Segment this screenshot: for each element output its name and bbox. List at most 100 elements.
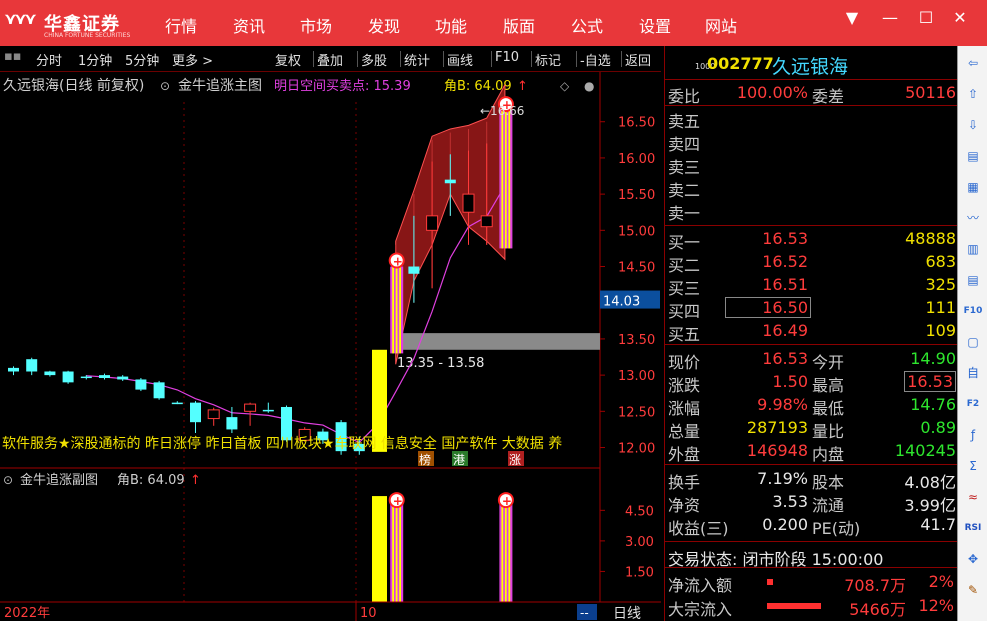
buy-price[interactable]: 16.49 (762, 321, 808, 340)
arrow-up-icon[interactable]: ⇧ (962, 83, 984, 105)
line-chart-icon[interactable]: 〰 (962, 207, 984, 229)
candle[interactable] (26, 357, 38, 376)
buy-price[interactable]: 16.53 (762, 229, 808, 248)
fundamental-row: 换手 7.19% 股本 4.08亿 (665, 467, 958, 492)
current-price-tag: 14.03 (603, 295, 640, 310)
dot-icon[interactable]: ● (584, 79, 594, 93)
candle[interactable]: + (497, 96, 514, 249)
toolbar-button[interactable]: 返回 (625, 50, 651, 69)
menu-item[interactable]: 功能 (435, 13, 467, 37)
candle[interactable] (262, 402, 274, 413)
arrow-down-icon[interactable]: ⇩ (962, 114, 984, 136)
candle-body (26, 359, 38, 372)
sigma-icon[interactable]: Σ (962, 455, 984, 477)
period-tab[interactable]: 5分钟 (125, 50, 159, 69)
candle-body (44, 371, 56, 376)
candle-body (262, 409, 274, 412)
sub-angle-label: 角B: 64.09 (117, 473, 185, 488)
sub-signal-plus: + (393, 494, 403, 508)
brand-logo: ⋎⋎⋎ 华鑫证券 CHINA FORTUNE SECURITIES (4, 6, 130, 40)
buy-price[interactable]: 16.50 (725, 297, 811, 318)
weicha-value: 50116 (905, 83, 956, 102)
candle-chart-icon[interactable]: ▥ (962, 238, 984, 260)
stats-divider (665, 464, 958, 465)
doc-icon[interactable]: ▢ (962, 331, 984, 353)
period-tab[interactable]: 分时 (36, 50, 62, 69)
sub-bar-stripe (399, 496, 401, 602)
indicator-dropdown-icon[interactable]: ⊙ (160, 79, 170, 93)
toolbar-button[interactable]: 复权 (275, 50, 301, 69)
buy-price[interactable]: 16.51 (762, 275, 808, 294)
list-icon[interactable]: ▤ (962, 269, 984, 291)
candle[interactable] (62, 370, 74, 384)
toolbar-separator (621, 51, 622, 67)
menu-item[interactable]: 行情 (165, 13, 197, 37)
sub-tick-label: 3.00 (625, 535, 654, 550)
candle[interactable] (171, 401, 183, 405)
toolbar-button[interactable]: 叠加 (317, 50, 343, 69)
menu-item[interactable]: 网站 (705, 13, 737, 37)
menu-dropdown-icon[interactable]: ▼ (840, 8, 864, 27)
book-icon[interactable]: ▤ (962, 145, 984, 167)
f2-icon[interactable]: F2 (962, 393, 984, 415)
menu-item[interactable]: 公式 (571, 13, 603, 37)
toolbar-button[interactable]: -自选 (580, 50, 611, 69)
candle[interactable] (207, 407, 220, 426)
close-icon[interactable]: ✕ (948, 8, 972, 27)
toolbar-button[interactable]: 多股 (361, 50, 387, 69)
indicator-name[interactable]: 金牛追涨主图 (178, 78, 262, 94)
nav-icon[interactable]: ✥ (962, 548, 984, 570)
menu-item[interactable]: 版面 (503, 13, 535, 37)
pencil-icon[interactable]: ✎ (962, 579, 984, 601)
candle-body (444, 179, 456, 184)
sub-indicator-dropdown-icon[interactable]: ⊙ (3, 473, 13, 487)
kline-chart[interactable]: 久远银海(日线 前复权) ⊙ 金牛追涨主图 明日空间买卖点: 15.39 角B: 64.… (0, 72, 661, 621)
toolbar-button[interactable]: 画线 (447, 50, 473, 69)
maximize-icon[interactable]: ☐ (914, 8, 938, 27)
net-inflow-value: 708.7万 (844, 576, 906, 595)
signal-stripe (504, 110, 507, 249)
self-select-icon[interactable]: 自 (962, 362, 984, 384)
candle[interactable] (153, 380, 165, 400)
candle[interactable]: + (388, 252, 405, 354)
candle[interactable] (190, 401, 201, 434)
quote-header: 1000 002777 久远银海 (665, 50, 958, 78)
menu-item[interactable]: 市场 (300, 13, 332, 37)
candle[interactable] (99, 373, 110, 380)
menu-item[interactable]: 发现 (368, 13, 400, 37)
diamond-icon[interactable]: ◇ (560, 79, 570, 93)
toolbar-separator (313, 51, 314, 67)
signal-stripe (508, 110, 511, 249)
menu-item[interactable]: 资讯 (233, 13, 265, 37)
stock-name: 久远银海 (772, 56, 849, 78)
period-tab[interactable]: 更多 > (172, 50, 213, 69)
period-tab[interactable]: 1分钟 (78, 50, 112, 69)
f10-icon[interactable]: F10 (962, 300, 984, 322)
toolbar-button[interactable]: 标记 (535, 50, 561, 69)
stat-row: 现价 16.53 今开 14.90 (665, 347, 958, 372)
support-band (395, 333, 600, 350)
sub-angle-arrow-icon: ↑ (190, 473, 201, 488)
fundamental-value: 41.7 (920, 515, 956, 534)
candle[interactable] (117, 375, 129, 381)
brand-subtitle: CHINA FORTUNE SECURITIES (44, 32, 131, 39)
menu-item[interactable]: 设置 (639, 13, 671, 37)
toolbar-button[interactable]: F10 (495, 50, 519, 65)
grid-toggle-icon[interactable]: ▪▪ (4, 49, 22, 64)
candle[interactable] (8, 366, 19, 376)
period-label[interactable]: 日线 (613, 606, 641, 621)
minimize-icon[interactable]: — (878, 8, 902, 27)
signal-plus: + (393, 255, 403, 269)
rsi-icon[interactable]: RSI (962, 517, 984, 539)
sub-indicator-name[interactable]: 金牛追涨副图 (20, 472, 98, 488)
chart-area[interactable]: 久远银海(日线 前复权) ⊙ 金牛追涨主图 明日空间买卖点: 15.39 角B: 64.… (0, 72, 661, 621)
concept-tag-label: 涨 (509, 452, 521, 467)
grid-icon[interactable]: ▦ (962, 176, 984, 198)
candle[interactable] (135, 378, 147, 392)
buy-price[interactable]: 16.52 (762, 252, 808, 271)
candle[interactable] (44, 370, 56, 377)
waves-icon[interactable]: ≈ (962, 486, 984, 508)
toolbar-button[interactable]: 统计 (404, 50, 430, 69)
arrow-left-icon[interactable]: ⇦ (962, 52, 984, 74)
fx-icon[interactable]: ƒ (962, 424, 984, 446)
